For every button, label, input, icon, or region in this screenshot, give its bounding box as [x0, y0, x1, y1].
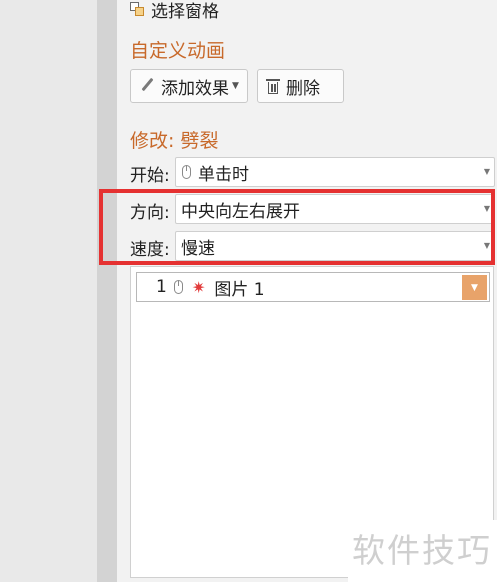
- selection-pane-label: 选择窗格: [151, 1, 219, 22]
- direction-label: 方向:: [130, 203, 170, 223]
- animation-name: 图片 1: [214, 279, 265, 300]
- list-item[interactable]: 1 ✷ 图片 1 ▼: [136, 272, 490, 302]
- start-label: 开始:: [130, 166, 170, 186]
- animation-index: 1: [156, 277, 167, 297]
- entrance-effect-star-icon: ✷: [192, 277, 206, 297]
- direction-select[interactable]: 中央向左右展开 ▼: [175, 194, 495, 224]
- selection-pane-link[interactable]: 选择窗格: [128, 0, 219, 22]
- mouse-click-icon: [173, 279, 184, 295]
- chevron-down-icon: ▼: [483, 241, 490, 250]
- selection-pane-icon: [128, 1, 145, 18]
- speed-value: 慢速: [181, 238, 215, 259]
- delete-label: 删除: [286, 78, 320, 99]
- speed-select[interactable]: 慢速 ▼: [175, 231, 495, 261]
- start-select[interactable]: 单击时 ▼: [175, 157, 495, 187]
- mouse-click-icon: [181, 164, 192, 180]
- start-value: 单击时: [198, 164, 249, 185]
- watermark-text: 软件技巧: [352, 531, 492, 570]
- add-effect-button[interactable]: 添加效果 ▼: [130, 69, 248, 103]
- pane-divider[interactable]: [97, 0, 117, 582]
- chevron-down-icon: ▼: [483, 204, 490, 213]
- custom-animation-title: 自定义动画: [130, 40, 226, 62]
- add-effect-label: 添加效果: [161, 78, 229, 99]
- trash-icon: [266, 78, 280, 94]
- delete-button[interactable]: 删除: [257, 69, 344, 103]
- pen-icon: [139, 78, 155, 94]
- modify-title: 修改: 劈裂: [130, 130, 219, 152]
- item-dropdown-button[interactable]: ▼: [462, 275, 487, 300]
- chevron-down-icon: ▼: [483, 167, 490, 176]
- chevron-down-icon: ▼: [232, 81, 239, 91]
- direction-value: 中央向左右展开: [181, 201, 300, 222]
- speed-label: 速度:: [130, 240, 170, 260]
- slide-area: [0, 0, 97, 582]
